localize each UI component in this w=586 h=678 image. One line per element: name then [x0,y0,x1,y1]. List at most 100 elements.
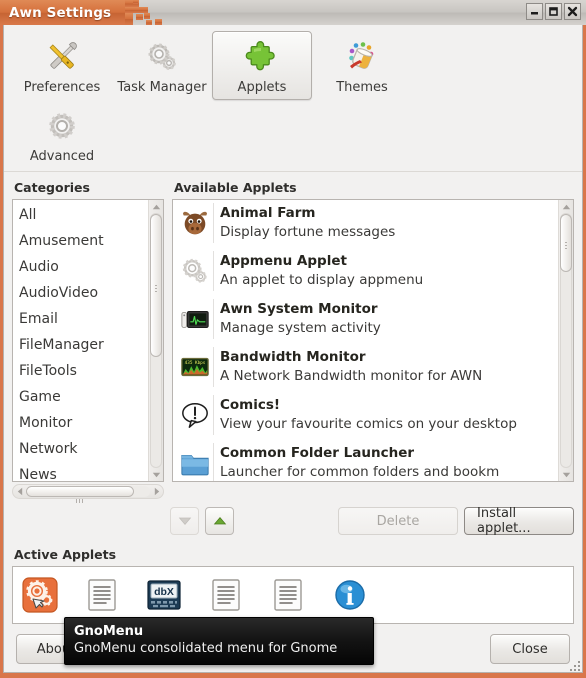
active-applets-title: Active Applets [14,547,117,562]
category-item[interactable]: Amusement [17,228,148,254]
svg-text:435 Kbps: 435 Kbps [184,360,205,366]
available-applets-scroll-down-arrow[interactable] [559,468,573,481]
categories-thumb-grip [155,283,157,292]
folder-icon [176,443,214,481]
categories-scroll-thumb[interactable] [150,214,162,357]
categories-vertical-scrollbar[interactable] [148,200,163,481]
available-applet-description: Manage system activity [220,320,381,336]
move-down-button[interactable] [170,507,199,535]
ox-icon [176,203,214,243]
main-toolbar: Preferences Task Manager Applets Themes … [4,25,582,172]
tooltip-title: GnoMenu [74,624,144,639]
categories-hthumb-grip [76,492,85,506]
available-applet-row[interactable]: Common Folder Launcher Launcher for commo… [173,440,558,481]
toolbar-item-task-manager[interactable]: Task Manager [112,31,212,100]
svg-text:dbX: dbX [154,586,174,598]
category-item[interactable]: Monitor [17,410,148,436]
available-applet-description: Display fortune messages [220,224,396,240]
install-applet-button[interactable]: Install applet... [464,506,574,536]
toolbar-row-2: Advanced [12,100,574,169]
available-applet-text: Bandwidth Monitor A Network Bandwidth mon… [220,347,482,386]
delete-button[interactable]: Delete [338,507,458,535]
active-applet-dbx-icon[interactable]: dbX [146,577,182,613]
toolbar-item-themes[interactable]: Themes [312,31,412,100]
available-applet-text: Common Folder Launcher Launcher for commo… [220,443,499,481]
available-applet-description: An applet to display appmenu [220,272,424,288]
categories-scroll-up-arrow[interactable] [149,200,163,213]
category-item[interactable]: Audio [17,254,148,280]
resize-grip[interactable] [566,661,580,671]
category-item[interactable]: FileManager [17,332,148,358]
available-applet-name: Awn System Monitor [220,301,378,317]
window-title: Awn Settings [9,4,112,21]
categories-hscroll-right-arrow[interactable] [150,485,163,498]
available-applets-vertical-scrollbar[interactable] [558,200,573,481]
system-monitor-icon [176,299,214,339]
gears-icon [144,38,180,76]
active-applet-document-icon[interactable] [270,577,306,613]
toolbar-label-applets: Applets [237,80,287,95]
available-applet-row[interactable]: Comics! View your favourite comics on you… [173,392,558,440]
categories-hscroll-left-arrow[interactable] [13,485,26,498]
toolbar-item-applets[interactable]: Applets [212,31,312,100]
available-applets-thumb-grip [565,240,567,249]
title-bar[interactable]: Awn Settings [0,0,586,25]
titlebar-pixel-decoration [125,0,195,25]
client-area: Preferences Task Manager Applets Themes … [3,25,583,673]
available-applet-row[interactable]: Awn System Monitor Manage system activity [173,296,558,344]
active-applet-document-icon[interactable] [208,577,244,613]
toolbar-item-advanced[interactable]: Advanced [12,100,112,169]
available-applet-row[interactable]: Appmenu Applet An applet to display appme… [173,248,558,296]
minimize-button[interactable] [526,3,543,20]
available-applet-text: Animal Farm Display fortune messages [220,203,395,242]
category-item[interactable]: Email [17,306,148,332]
available-applets-title: Available Applets [174,180,297,195]
available-applet-name: Bandwidth Monitor [220,349,366,365]
active-applets-section: Active Applets dbX [4,535,582,624]
toolbar-row-1: Preferences Task Manager Applets Themes [12,31,574,100]
close-button[interactable] [564,3,581,20]
toolbar-label-preferences: Preferences [23,80,101,95]
available-applets-scroll-up-arrow[interactable] [559,200,573,213]
puzzle-piece-icon [245,38,279,76]
category-item[interactable]: All [17,202,148,228]
awn-settings-window: Awn Settings Preferences Task Manager Ap… [0,0,586,678]
available-applet-text: Appmenu Applet An applet to display appme… [220,251,423,290]
category-item[interactable]: Game [17,384,148,410]
categories-listbox[interactable]: All Amusement Audio AudioVideo Email FileMana… [12,199,164,482]
available-applets-list: Animal Farm Display fortune messages Appm… [173,200,558,481]
active-applet-orange-gear-icon[interactable] [22,577,58,613]
close-button-footer[interactable]: Close [490,634,570,664]
available-applet-name: Appmenu Applet [220,253,347,269]
toolbar-label-task-manager: Task Manager [117,80,207,95]
available-applet-row[interactable]: 435 Kbps Bandwidth Monitor A Network Band… [173,344,558,392]
available-applet-text: Awn System Monitor Manage system activity [220,299,381,338]
active-applet-info-icon[interactable] [332,577,368,613]
active-applets-box[interactable]: dbX [12,566,574,624]
applet-actions-row: Delete Install applet... [4,499,582,536]
active-applet-document-icon[interactable] [84,577,120,613]
available-applet-description: View your favourite comics on your deskt… [220,416,517,432]
toolbar-item-preferences[interactable]: Preferences [12,31,112,100]
available-applet-description: A Network Bandwidth monitor for AWN [220,368,483,384]
available-applets-scroll-thumb[interactable] [560,214,572,272]
category-item[interactable]: AudioVideo [17,280,148,306]
window-controls [526,3,581,20]
categories-horizontal-scrollbar[interactable] [12,484,164,503]
category-item[interactable]: News [17,462,148,481]
available-applet-row[interactable]: Animal Farm Display fortune messages [173,200,558,248]
maximize-button[interactable] [545,3,562,20]
toolbar-label-themes: Themes [336,80,388,95]
available-applets-listbox[interactable]: Animal Farm Display fortune messages Appm… [172,199,574,482]
toolbar-label-advanced: Advanced [29,149,95,164]
category-item[interactable]: FileTools [17,358,148,384]
categories-scroll-down-arrow[interactable] [149,468,163,481]
gear-icon [44,107,80,145]
available-applet-name: Animal Farm [220,205,316,221]
gears-icon [176,251,214,291]
available-applet-name: Comics! [220,397,281,413]
category-item[interactable]: Network [17,436,148,462]
lists-area: Categories All Amusement Audio AudioVideo Em… [4,172,582,503]
categories-hscroll-thumb[interactable] [26,486,134,503]
move-up-button[interactable] [205,507,234,535]
